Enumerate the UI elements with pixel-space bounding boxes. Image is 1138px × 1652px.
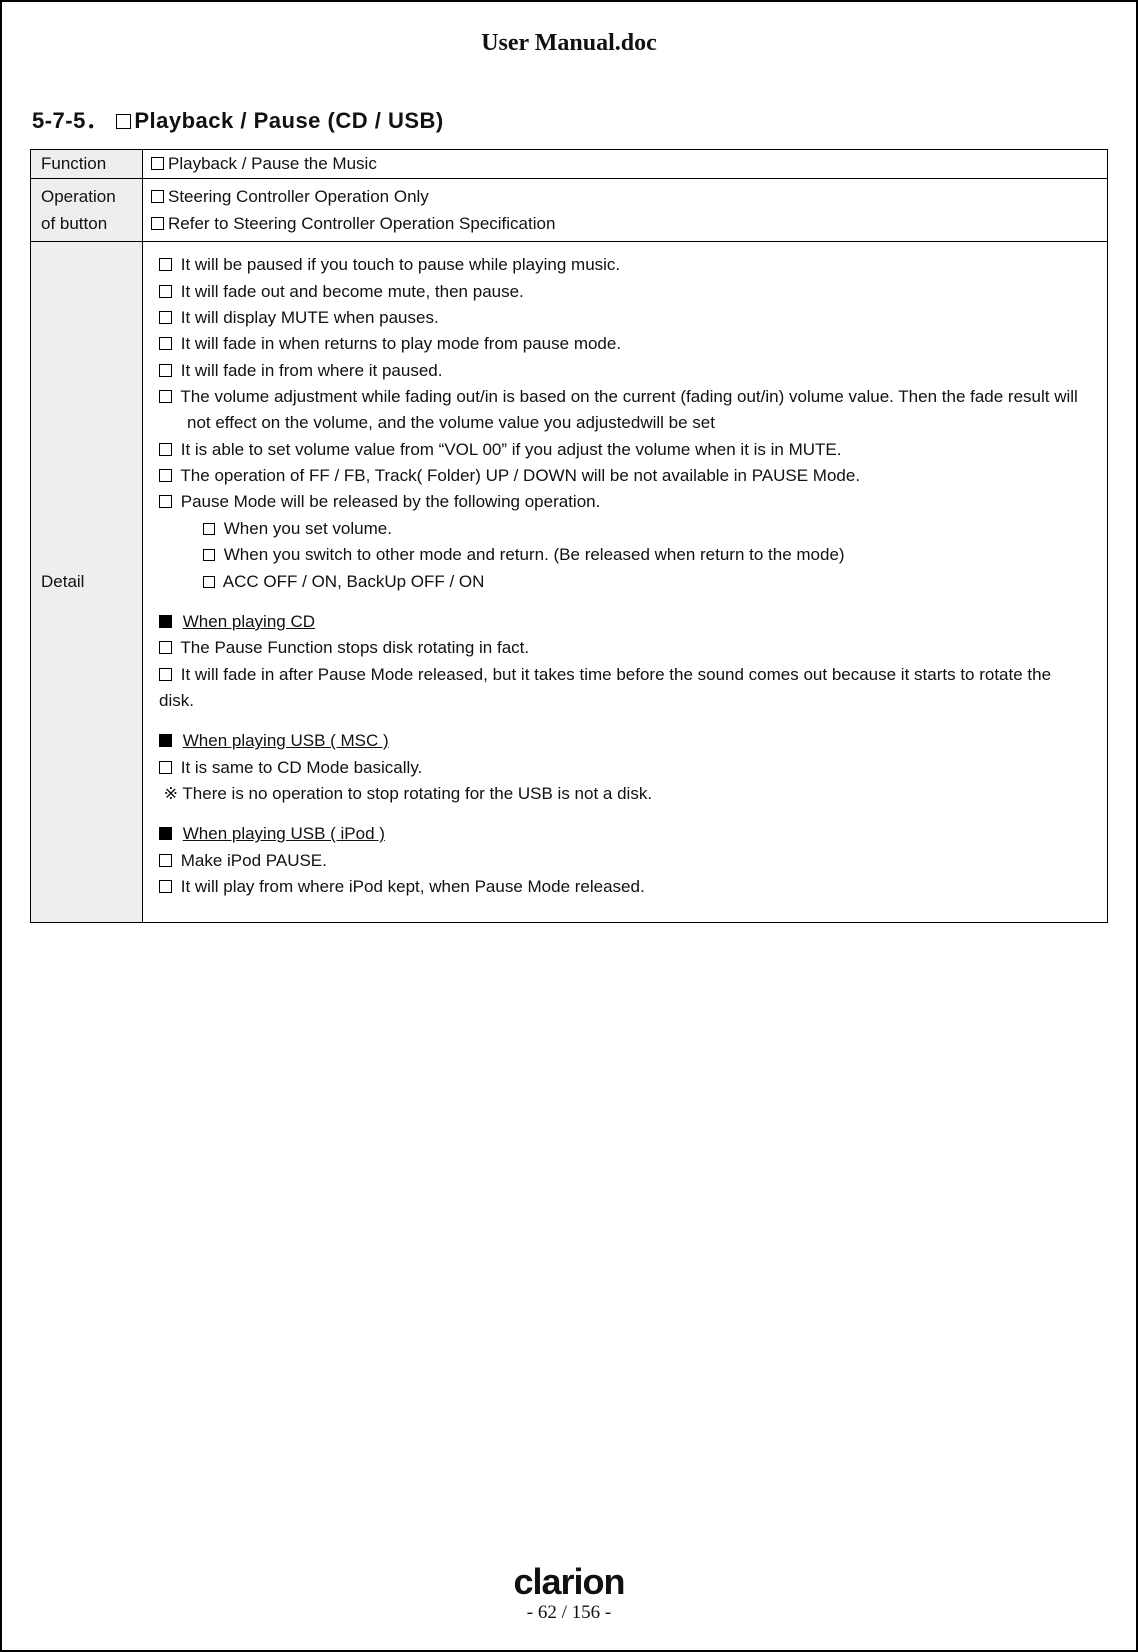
function-value: Playback / Pause the Music bbox=[143, 150, 1108, 179]
detail-item: It will fade in when returns to play mod… bbox=[181, 334, 621, 353]
square-bullet-icon bbox=[159, 734, 172, 747]
square-bullet-icon bbox=[159, 827, 172, 840]
operation-label-line1: Operation bbox=[41, 187, 116, 206]
detail-subitem: When you set volume. bbox=[224, 519, 392, 538]
detail-note: There is no operation to stop rotating f… bbox=[182, 784, 652, 803]
operation-label: Operation of button bbox=[31, 179, 143, 242]
detail-content: It will be paused if you touch to pause … bbox=[151, 246, 1099, 918]
table-row: Operation of button Steering Controller … bbox=[31, 179, 1108, 242]
detail-item: It will be paused if you touch to pause … bbox=[181, 255, 620, 274]
page-number: - 62 / 156 - bbox=[2, 1602, 1136, 1624]
detail-cell: It will be paused if you touch to pause … bbox=[143, 242, 1108, 923]
section-number: 5-7-5． bbox=[32, 108, 108, 133]
checkbox-icon bbox=[159, 258, 172, 271]
table-row: Function Playback / Pause the Music bbox=[31, 150, 1108, 179]
detail-label: Detail bbox=[31, 242, 143, 923]
detail-subitem: When you switch to other mode and return… bbox=[224, 545, 845, 564]
page-total: 156 bbox=[572, 1602, 601, 1623]
operation-label-line2: of button bbox=[41, 214, 107, 233]
detail-item: It will fade out and become mute, then p… bbox=[181, 282, 524, 301]
checkbox-icon bbox=[203, 576, 215, 588]
checkbox-icon bbox=[159, 311, 172, 324]
function-label: Function bbox=[31, 150, 143, 179]
checkbox-icon bbox=[159, 469, 172, 482]
page-footer: clarion - 62 / 156 - bbox=[2, 1564, 1136, 1624]
checkbox-icon bbox=[159, 668, 172, 681]
operation-text-2: Refer to Steering Controller Operation S… bbox=[168, 214, 555, 233]
detail-item: Make iPod PAUSE. bbox=[181, 851, 327, 870]
checkbox-icon bbox=[203, 549, 215, 561]
detail-item: The operation of FF / FB, Track( Folder)… bbox=[180, 466, 860, 485]
checkbox-icon bbox=[159, 390, 172, 403]
section-heading: 5-7-5． Playback / Pause (CD / USB) bbox=[32, 103, 1108, 135]
detail-item: It is able to set volume value from “VOL… bbox=[181, 440, 842, 459]
table-row: Detail It will be paused if you touch to… bbox=[31, 242, 1108, 923]
checkbox-icon bbox=[159, 364, 172, 377]
function-text: Playback / Pause the Music bbox=[168, 154, 377, 173]
checkbox-icon bbox=[159, 443, 172, 456]
operation-value: Steering Controller Operation Only Refer… bbox=[143, 179, 1108, 242]
checkbox-icon bbox=[151, 157, 164, 170]
reference-mark-icon: ※ bbox=[164, 784, 178, 803]
checkbox-icon bbox=[159, 880, 172, 893]
detail-item: The volume adjustment while fading out/i… bbox=[180, 387, 1077, 406]
brand-logo: clarion bbox=[2, 1564, 1136, 1600]
checkbox-icon bbox=[159, 641, 172, 654]
checkbox-icon bbox=[159, 761, 172, 774]
document-title: User Manual.doc bbox=[30, 30, 1108, 57]
detail-subheading: When playing USB ( MSC ) bbox=[183, 731, 389, 750]
checkbox-icon bbox=[159, 285, 172, 298]
detail-item: It will display MUTE when pauses. bbox=[181, 308, 439, 327]
page-current: 62 bbox=[538, 1602, 557, 1623]
detail-item: It will fade in from where it paused. bbox=[181, 361, 443, 380]
detail-subheading: When playing CD bbox=[183, 612, 315, 631]
detail-item: It will play from where iPod kept, when … bbox=[181, 877, 645, 896]
checkbox-icon bbox=[159, 495, 172, 508]
detail-item-continuation: not effect on the volume, and the volume… bbox=[187, 413, 715, 432]
checkbox-icon bbox=[151, 190, 164, 203]
detail-item: It will fade in after Pause Mode release… bbox=[181, 665, 1051, 684]
detail-subheading: When playing USB ( iPod ) bbox=[183, 824, 385, 843]
operation-text-1: Steering Controller Operation Only bbox=[168, 187, 429, 206]
detail-item: It is same to CD Mode basically. bbox=[181, 758, 423, 777]
checkbox-icon bbox=[203, 523, 215, 535]
checkbox-icon bbox=[151, 217, 164, 230]
detail-item: The Pause Function stops disk rotating i… bbox=[180, 638, 529, 657]
detail-subitem: ACC OFF / ON, BackUp OFF / ON bbox=[223, 572, 485, 591]
checkbox-icon bbox=[116, 114, 131, 129]
detail-item-continuation: disk. bbox=[159, 691, 194, 710]
checkbox-icon bbox=[159, 854, 172, 867]
spec-table: Function Playback / Pause the Music Oper… bbox=[30, 149, 1108, 923]
page: User Manual.doc 5-7-5． Playback / Pause (… bbox=[0, 0, 1138, 1652]
checkbox-icon bbox=[159, 337, 172, 350]
section-title: Playback / Pause (CD / USB) bbox=[134, 108, 443, 133]
square-bullet-icon bbox=[159, 615, 172, 628]
detail-item: Pause Mode will be released by the follo… bbox=[181, 492, 601, 511]
